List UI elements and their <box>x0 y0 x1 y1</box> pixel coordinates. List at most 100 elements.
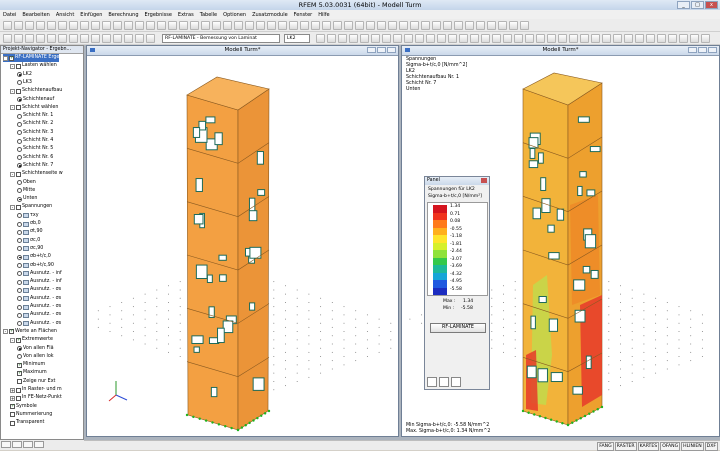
open-icon[interactable] <box>124 21 133 30</box>
tree-item[interactable]: Transparent <box>10 419 44 427</box>
tree-expander-icon[interactable]: - <box>10 88 15 94</box>
tree-radio[interactable] <box>17 138 22 144</box>
open-icon[interactable] <box>454 21 463 30</box>
menu-zusatzmodule[interactable]: Zusatzmodule <box>252 12 288 18</box>
tree-expander-icon[interactable]: - <box>10 171 15 177</box>
save-icon[interactable] <box>102 34 111 43</box>
tree-checkbox[interactable]: ✓ <box>17 370 22 376</box>
zoom-icon[interactable] <box>69 21 78 30</box>
load-case-combo[interactable]: LK2 <box>284 34 310 43</box>
undo-icon[interactable] <box>124 34 133 43</box>
tree-item[interactable]: Mitte <box>17 187 35 195</box>
undo-icon[interactable] <box>267 21 276 30</box>
tree-item[interactable]: Schichtenauf <box>17 96 54 104</box>
new-icon[interactable] <box>80 34 89 43</box>
tree-item[interactable]: σb,0 <box>17 220 41 228</box>
tree-item[interactable]: LK2 <box>17 71 32 79</box>
print-icon[interactable] <box>113 34 122 43</box>
tree-item[interactable]: - ✓ Extremwerte <box>10 336 53 344</box>
redo-icon[interactable] <box>536 34 545 43</box>
menu-extras[interactable]: Extras <box>178 12 194 18</box>
tree-checkbox[interactable]: ✓ <box>9 329 14 335</box>
tree-checkbox[interactable] <box>16 204 21 210</box>
zoom-icon[interactable] <box>509 21 518 30</box>
tree-item[interactable]: Ausnutz. - σs <box>17 286 61 294</box>
menu-ergebnisse[interactable]: Ergebnisse <box>145 12 172 18</box>
tree-radio[interactable] <box>17 97 22 102</box>
tree-checkbox[interactable] <box>16 171 21 177</box>
tree-radio[interactable] <box>17 287 22 293</box>
zoom-icon[interactable] <box>179 21 188 30</box>
nav-tab-display[interactable] <box>12 441 22 448</box>
tree-checkbox[interactable] <box>16 63 21 69</box>
rotate-icon[interactable] <box>80 21 89 30</box>
tree-item[interactable]: ✓ Maximum <box>17 369 47 377</box>
tree-checkbox[interactable] <box>10 420 15 426</box>
new-icon[interactable] <box>3 21 12 30</box>
open-icon[interactable] <box>602 34 611 43</box>
zoom-icon[interactable] <box>547 34 556 43</box>
window-close-button[interactable] <box>387 47 396 53</box>
print-icon[interactable] <box>256 21 265 30</box>
print-icon[interactable] <box>514 34 523 43</box>
menu-hilfe[interactable]: Hilfe <box>318 12 329 18</box>
tree-item[interactable]: Nummerierung <box>10 411 52 419</box>
tree-item[interactable]: Ausnutz. - σs <box>17 311 61 319</box>
results-icon[interactable] <box>679 34 688 43</box>
zoom-icon[interactable] <box>399 21 408 30</box>
tree-item[interactable]: - Schichtenseite w <box>10 170 63 178</box>
calc-icon[interactable] <box>322 21 331 30</box>
tree-expander-icon[interactable]: - <box>10 105 15 111</box>
tree-item[interactable]: Schicht Nr. 4 <box>17 137 53 145</box>
undo-icon[interactable] <box>415 34 424 43</box>
undo-icon[interactable] <box>14 34 23 43</box>
tree-radio[interactable] <box>17 263 22 268</box>
tree-checkbox[interactable] <box>17 379 22 385</box>
tree-radio[interactable] <box>17 304 22 310</box>
nav-tab-data[interactable] <box>1 441 11 448</box>
module-combo[interactable]: RF-LAMINATE - Bemessung von Laminat <box>162 34 280 43</box>
tree-item[interactable]: Ausnutz. - σs <box>17 295 61 303</box>
tree-checkbox[interactable] <box>16 105 21 111</box>
redo-icon[interactable] <box>426 34 435 43</box>
tree-radio[interactable] <box>17 155 22 161</box>
tree-expander-icon[interactable]: + <box>10 387 15 393</box>
tree-checkbox[interactable] <box>10 412 15 418</box>
undo-icon[interactable] <box>377 21 386 30</box>
minimize-button[interactable]: _ <box>677 1 690 9</box>
close-button[interactable]: x <box>705 1 718 9</box>
redo-icon[interactable] <box>135 34 144 43</box>
tree-item[interactable]: - Spannungen <box>10 203 52 211</box>
tree-item[interactable]: ✓ Symbole <box>10 403 37 411</box>
results-icon[interactable] <box>91 21 100 30</box>
zoom-icon[interactable] <box>657 34 666 43</box>
open-icon[interactable] <box>492 34 501 43</box>
rotate-icon[interactable] <box>410 21 419 30</box>
calc-icon[interactable] <box>360 34 369 43</box>
panel-close-button[interactable] <box>481 178 487 183</box>
tree-item[interactable]: σc,0 <box>17 237 40 245</box>
tree-expander-icon[interactable]: - <box>10 337 15 343</box>
tower-model[interactable] <box>185 76 271 432</box>
tree-item[interactable]: σt,90 <box>17 228 43 236</box>
save-icon[interactable] <box>135 21 144 30</box>
tree-radio[interactable] <box>17 221 22 227</box>
tree-item[interactable]: Ausnutz. - σs <box>17 303 61 311</box>
tree-radio[interactable] <box>17 279 22 285</box>
zoom-icon[interactable] <box>146 34 155 43</box>
results-icon[interactable] <box>349 34 358 43</box>
undo-icon[interactable] <box>635 34 644 43</box>
tree-expander-icon[interactable]: - <box>3 329 8 335</box>
rotate-icon[interactable] <box>300 21 309 30</box>
tree-expander-icon[interactable]: + <box>10 395 15 401</box>
new-icon[interactable] <box>701 34 710 43</box>
maximize-button[interactable]: □ <box>691 1 704 9</box>
tree-item[interactable]: Oben <box>17 179 36 187</box>
results-icon[interactable] <box>201 21 210 30</box>
model-view-left[interactable] <box>87 55 398 435</box>
nav-tab-views[interactable] <box>23 441 33 448</box>
rotate-icon[interactable] <box>47 34 56 43</box>
rotate-icon[interactable] <box>558 34 567 43</box>
panel-color-icon[interactable] <box>427 377 437 387</box>
tree-radio[interactable] <box>17 346 22 351</box>
